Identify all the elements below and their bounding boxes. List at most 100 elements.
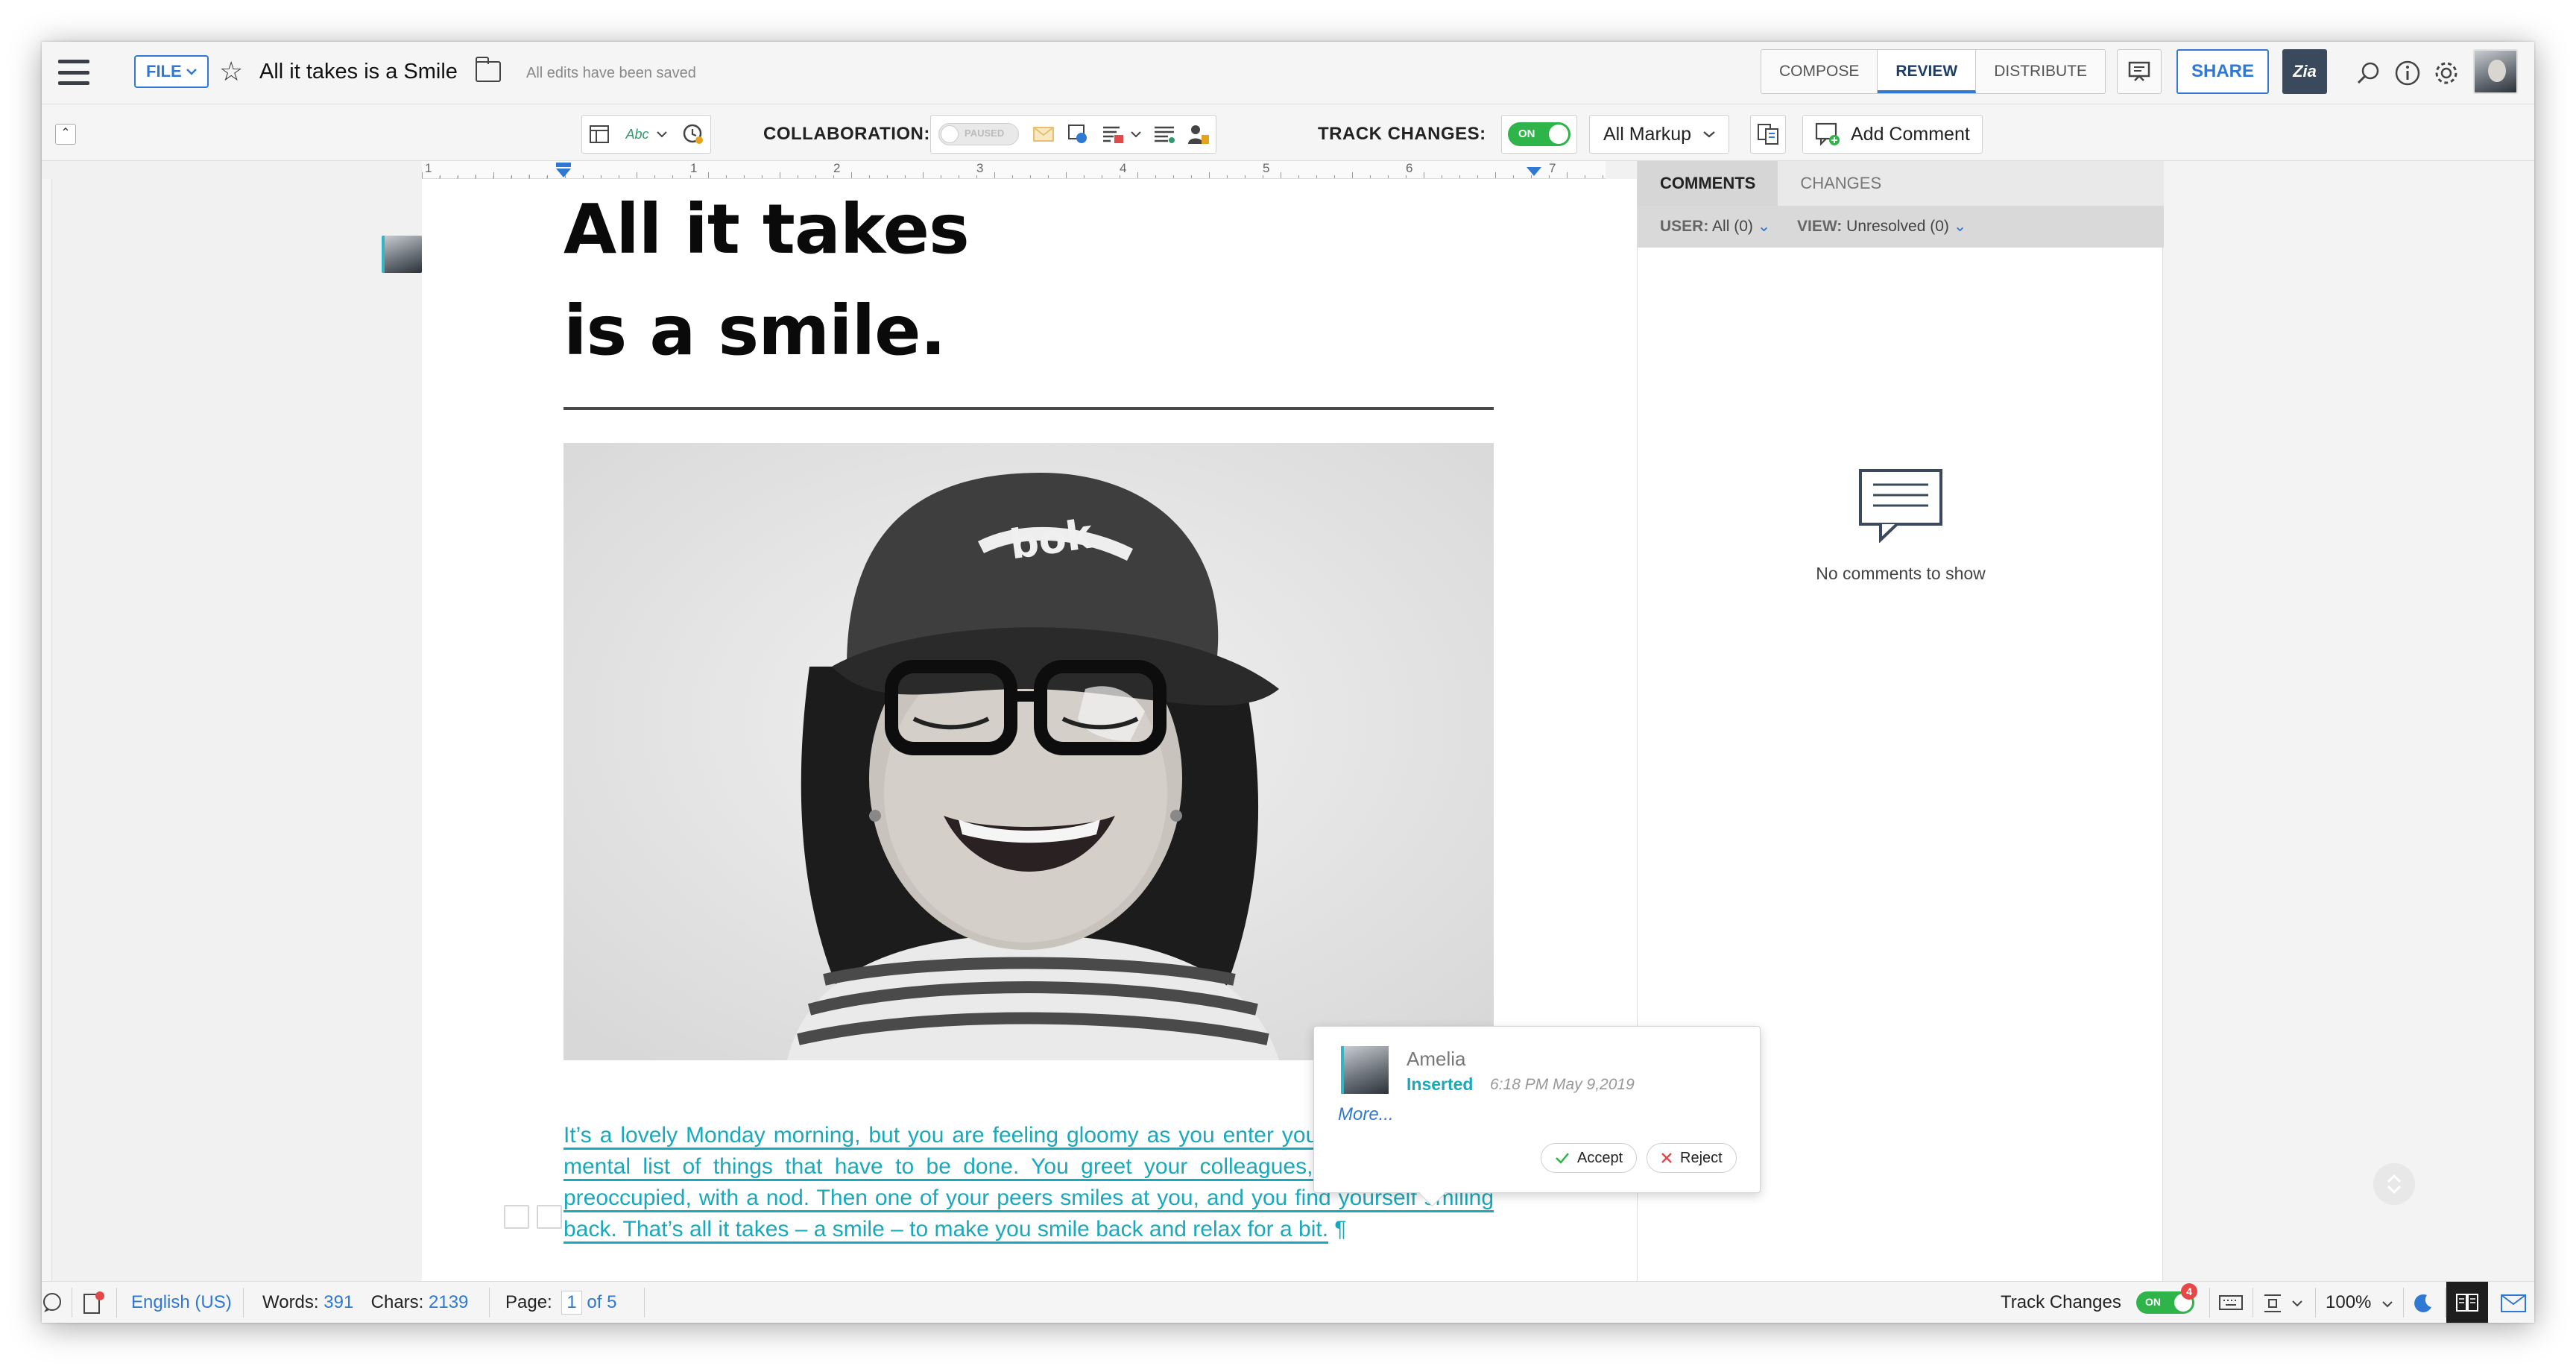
settings-gear-icon[interactable] — [2431, 58, 2461, 88]
info-icon[interactable] — [2393, 58, 2422, 88]
close-icon — [1661, 1153, 1672, 1163]
file-menu-label: FILE — [146, 62, 182, 81]
scroll-to-top-button[interactable] — [2373, 1163, 2415, 1205]
page-input[interactable]: 1 — [561, 1291, 582, 1315]
empty-comments-message: No comments to show — [1816, 564, 1986, 583]
tab-compose[interactable]: COMPOSE — [1761, 50, 1878, 93]
view-filter-select[interactable]: Unresolved (0) ⌄ — [1846, 218, 1966, 235]
edit-permissions-icon[interactable] — [1147, 116, 1181, 153]
ruler-number: 3 — [976, 161, 984, 175]
review-tools-group: Abc — [581, 115, 711, 154]
ruler-tick — [994, 172, 995, 178]
right-indent-marker[interactable] — [1525, 166, 1543, 177]
collaborator-avatar[interactable] — [382, 236, 422, 273]
collaboration-toggle[interactable]: PAUSED — [938, 123, 1019, 145]
ruler-tick — [1012, 175, 1013, 178]
search-icon[interactable] — [2354, 58, 2384, 88]
night-mode-icon[interactable] — [2412, 1292, 2434, 1315]
collaboration-group: PAUSED — [930, 115, 1216, 154]
page-fit-select[interactable] — [2261, 1282, 2302, 1323]
user-avatar[interactable] — [2473, 49, 2518, 94]
add-block-icon[interactable] — [504, 1205, 529, 1229]
track-changes-group: ON — [1501, 115, 1577, 154]
top-bar: FILE ☆ All it takes is a Smile All edits… — [42, 42, 2534, 104]
document-status-icon[interactable] — [82, 1291, 104, 1315]
collapse-toolbar-button[interactable]: ⌃ — [55, 124, 76, 145]
ruler-number: 1 — [690, 161, 698, 175]
ruler-tick — [1245, 175, 1246, 178]
hamburger-menu-icon[interactable] — [58, 60, 89, 85]
ruler-tick — [1495, 172, 1496, 178]
ruler-tick — [1334, 175, 1335, 178]
smiling-girl-photo[interactable]: bok — [564, 443, 1494, 1060]
track-changes-label: TRACK CHANGES: — [1318, 124, 1486, 144]
chevron-down-icon — [2291, 1300, 2302, 1307]
heading-line-1: All it takes — [564, 189, 970, 269]
favorite-star-icon[interactable]: ☆ — [219, 55, 243, 88]
language-selector[interactable]: English (US) — [131, 1282, 232, 1323]
keyboard-icon[interactable] — [2218, 1294, 2244, 1312]
folder-icon[interactable] — [476, 57, 501, 82]
file-menu-button[interactable]: FILE — [134, 55, 209, 88]
page-total: of 5 — [587, 1292, 617, 1312]
save-status: All edits have been saved — [526, 65, 696, 81]
compare-documents-icon[interactable] — [1751, 116, 1785, 153]
ruler-tick — [1191, 175, 1192, 178]
tab-distribute[interactable]: DISTRIBUTE — [1976, 50, 2105, 93]
left-indent-marker[interactable] — [555, 163, 572, 179]
paragraph-menu-icon[interactable] — [537, 1205, 562, 1229]
left-margin-area — [52, 179, 422, 1281]
page-indicator: Page: 1 of 5 — [505, 1282, 616, 1323]
spellcheck-icon[interactable]: Abc — [616, 116, 676, 153]
reject-change-button[interactable]: Reject — [1647, 1143, 1737, 1173]
feedback-mail-icon[interactable] — [2500, 1294, 2527, 1313]
comment-filter-bar: USER: All (0) ⌄ VIEW: Unresolved (0) ⌄ — [1638, 206, 2164, 248]
restrict-icon[interactable] — [1061, 116, 1095, 153]
document-title[interactable]: All it takes is a Smile — [259, 55, 458, 88]
document-heading[interactable]: All it takes is a smile. — [564, 179, 970, 382]
markup-select[interactable]: All Markup — [1589, 115, 1730, 154]
ruler-tick — [1316, 175, 1317, 178]
ruler-tick — [422, 172, 423, 178]
ruler-tick — [1048, 175, 1049, 178]
zoom-select[interactable]: 100% — [2326, 1282, 2393, 1323]
ruler-tick — [1567, 172, 1568, 178]
ruler-tick — [1227, 175, 1228, 178]
lock-content-icon[interactable] — [1095, 116, 1147, 153]
chat-icon[interactable] — [42, 1292, 63, 1313]
ruler-tick — [708, 172, 709, 178]
ruler-tick — [744, 175, 745, 178]
reading-mode-button[interactable] — [2446, 1282, 2488, 1323]
ruler-tick — [887, 175, 888, 178]
accept-label: Accept — [1577, 1149, 1623, 1166]
horizontal-ruler[interactable]: 1 1 2 3 4 5 6 7 — [422, 161, 1606, 179]
ruler-tick — [1155, 175, 1156, 178]
ruler-tick — [601, 175, 602, 178]
ruler-tick — [1549, 175, 1550, 178]
tab-comments[interactable]: COMMENTS — [1638, 161, 1778, 206]
ruler-tick — [547, 175, 548, 178]
chars-label: Chars: — [370, 1292, 424, 1312]
ruler-tick — [905, 175, 906, 178]
words-value: 391 — [323, 1292, 354, 1312]
ruler-number: 5 — [1263, 161, 1270, 175]
tab-changes[interactable]: CHANGES — [1778, 161, 1904, 206]
compare-group — [1750, 115, 1786, 154]
share-button[interactable]: SHARE — [2176, 49, 2269, 94]
ruler-tick — [833, 175, 834, 178]
accept-change-button[interactable]: Accept — [1541, 1143, 1638, 1173]
email-icon[interactable] — [1026, 116, 1061, 153]
ruler-tick — [690, 175, 691, 178]
add-comment-button[interactable]: Add Comment — [1802, 115, 1983, 154]
layout-icon[interactable] — [582, 116, 616, 153]
user-filter-select[interactable]: All (0) ⌄ — [1712, 218, 1770, 235]
more-link[interactable]: More... — [1338, 1104, 1394, 1125]
change-author: Amelia — [1407, 1048, 1466, 1070]
co-author-icon[interactable] — [1181, 116, 1216, 153]
tab-review[interactable]: REVIEW — [1878, 50, 1977, 93]
present-icon[interactable] — [2117, 49, 2162, 94]
version-history-icon[interactable] — [676, 116, 710, 153]
change-timestamp: 6:18 PM May 9,2019 — [1490, 1076, 1635, 1093]
track-changes-toggle[interactable]: ON — [1508, 122, 1570, 146]
zia-assistant-button[interactable]: Zia — [2282, 49, 2327, 94]
